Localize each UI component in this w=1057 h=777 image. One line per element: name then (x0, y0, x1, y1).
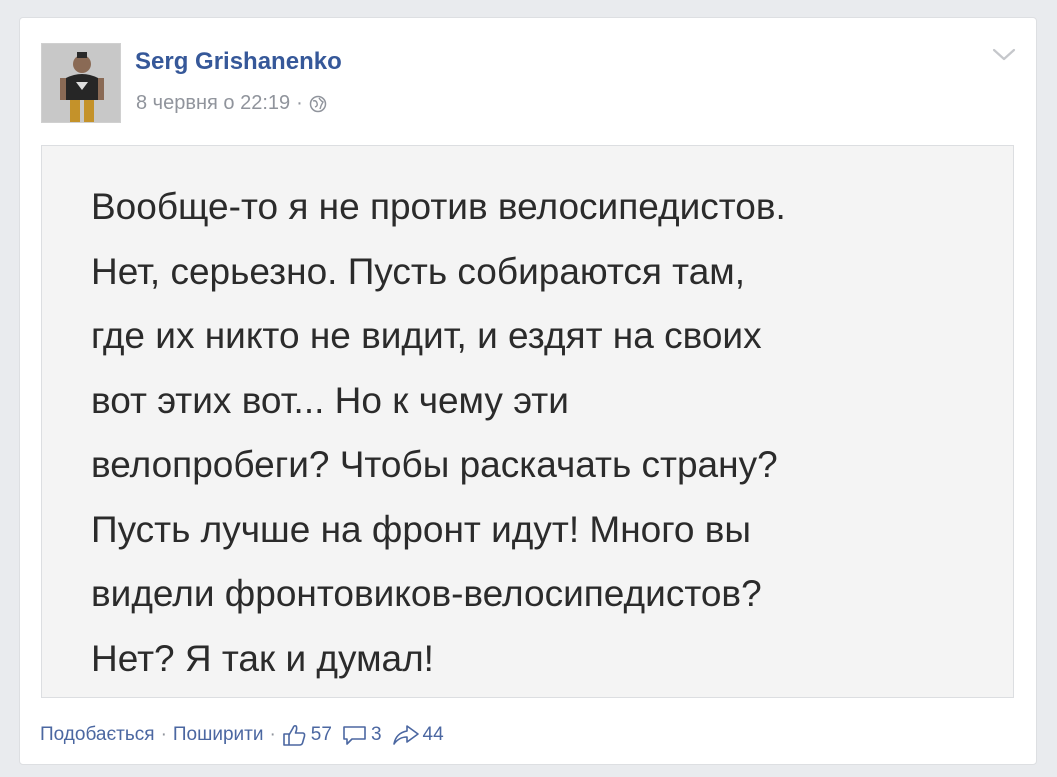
image-text-line: видели фронтовиков-велосипедистов? (91, 573, 762, 614)
image-text-line: велопробеги? Чтобы раскачать страну? (91, 444, 778, 485)
post-meta: 8 червня о 22:19 · (136, 92, 327, 115)
action-separator: · (269, 724, 276, 745)
likes-count: 57 (310, 724, 332, 745)
meta-separator: · (296, 92, 303, 114)
shares-count: 44 (422, 724, 444, 745)
image-text-line: Нет, серьезно. Пусть собираются там, (91, 250, 746, 292)
author-name[interactable]: Serg Grishanenko (135, 48, 342, 76)
image-text-line: где их никто не видит, и ездят на своих (91, 315, 762, 356)
image-text-line: Вообще-то я не против велосипедистов. (91, 186, 786, 227)
shares-counter[interactable]: 44 (392, 724, 444, 746)
post-card: Serg Grishanenko 8 червня о 22:19 · Вооб… (19, 17, 1037, 765)
action-separator: · (160, 724, 167, 745)
share-arrow-icon (392, 725, 419, 745)
chevron-down-icon[interactable] (990, 44, 1018, 66)
image-text: Вообще-то я не против велосипедистов. Не… (91, 175, 971, 691)
comments-counter[interactable]: 3 (342, 724, 382, 746)
comments-count: 3 (370, 724, 382, 745)
image-text-line: Нет? Я так и думал! (91, 637, 434, 679)
like-button[interactable]: Подобається (40, 724, 155, 746)
post-actions: Подобається · Поширити · 57 3 44 (40, 724, 454, 746)
image-text-line: Пусть лучше на фронт идут! Много вы (91, 508, 752, 550)
post-timestamp[interactable]: 8 червня о 22:19 (136, 92, 290, 115)
post-image[interactable]: Вообще-то я не против велосипедистов. Не… (41, 145, 1014, 698)
share-button[interactable]: Поширити (173, 724, 264, 746)
likes-counter[interactable]: 57 (282, 724, 332, 746)
globe-icon[interactable] (309, 95, 327, 113)
comment-icon (343, 726, 366, 745)
image-text-line: вот этих вот... Но к чему эти (91, 379, 569, 421)
thumbs-up-icon (282, 724, 306, 746)
avatar[interactable] (41, 43, 121, 123)
